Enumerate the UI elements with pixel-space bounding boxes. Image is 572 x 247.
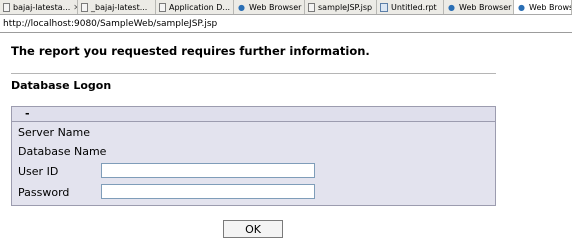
address-bar[interactable]: http://localhost:9080/SampleWeb/sampleJS… (0, 15, 572, 33)
database-name-label: Database Name (18, 145, 107, 158)
divider (11, 73, 496, 74)
database-logon-panel: - Server Name Database Name User ID Pass… (11, 106, 496, 206)
tab-label: Application D... (169, 3, 231, 12)
address-url[interactable]: http://localhost:9080/SampleWeb/sampleJS… (3, 19, 217, 29)
document-icon (159, 3, 166, 12)
password-label: Password (18, 186, 70, 199)
server-name-label: Server Name (18, 126, 91, 139)
editor-tab-bar: bajaj-latesta... ✕ _bajaj-latest... Appl… (0, 0, 572, 15)
tab-label: sampleJSP.jsp (318, 3, 373, 12)
tab-label: bajaj-latesta... (13, 3, 71, 12)
tab-label: Web Browser (459, 3, 512, 12)
collapse-toggle[interactable]: - (25, 107, 30, 120)
report-icon (380, 3, 388, 12)
tab-bajaj-latesta[interactable]: bajaj-latesta... ✕ (0, 0, 78, 14)
tab-samplejsp[interactable]: sampleJSP.jsp (305, 0, 377, 14)
tab-label: Web Browser (529, 3, 571, 12)
document-icon (308, 3, 315, 12)
tab-label: Untitled.rpt (391, 3, 437, 12)
globe-icon: ● (518, 3, 525, 12)
globe-icon: ● (448, 3, 455, 12)
panel-header: - (12, 107, 495, 122)
tab-application-d[interactable]: Application D... (156, 0, 234, 14)
tab-web-browser-2[interactable]: ● Web Browser (444, 0, 514, 14)
user-id-field[interactable] (101, 163, 315, 178)
ok-button[interactable]: OK (223, 220, 283, 238)
tab-web-browser-1[interactable]: ● Web Browser (234, 0, 305, 14)
tab-label: Web Browser (249, 3, 302, 12)
section-title: Database Logon (11, 79, 112, 92)
tab-web-browser-3[interactable]: ● Web Browser (514, 0, 572, 14)
tab-label: _bajaj-latest... (91, 3, 148, 12)
password-field[interactable] (101, 184, 315, 199)
page-heading: The report you requested requires furthe… (11, 44, 370, 58)
report-page: The report you requested requires furthe… (0, 34, 572, 247)
document-icon (3, 3, 10, 12)
tab-untitled-rpt[interactable]: Untitled.rpt (377, 0, 444, 14)
globe-icon: ● (238, 3, 245, 12)
tab-bajaj-latest[interactable]: _bajaj-latest... (78, 0, 156, 14)
user-id-label: User ID (18, 165, 59, 178)
document-icon (81, 3, 88, 12)
